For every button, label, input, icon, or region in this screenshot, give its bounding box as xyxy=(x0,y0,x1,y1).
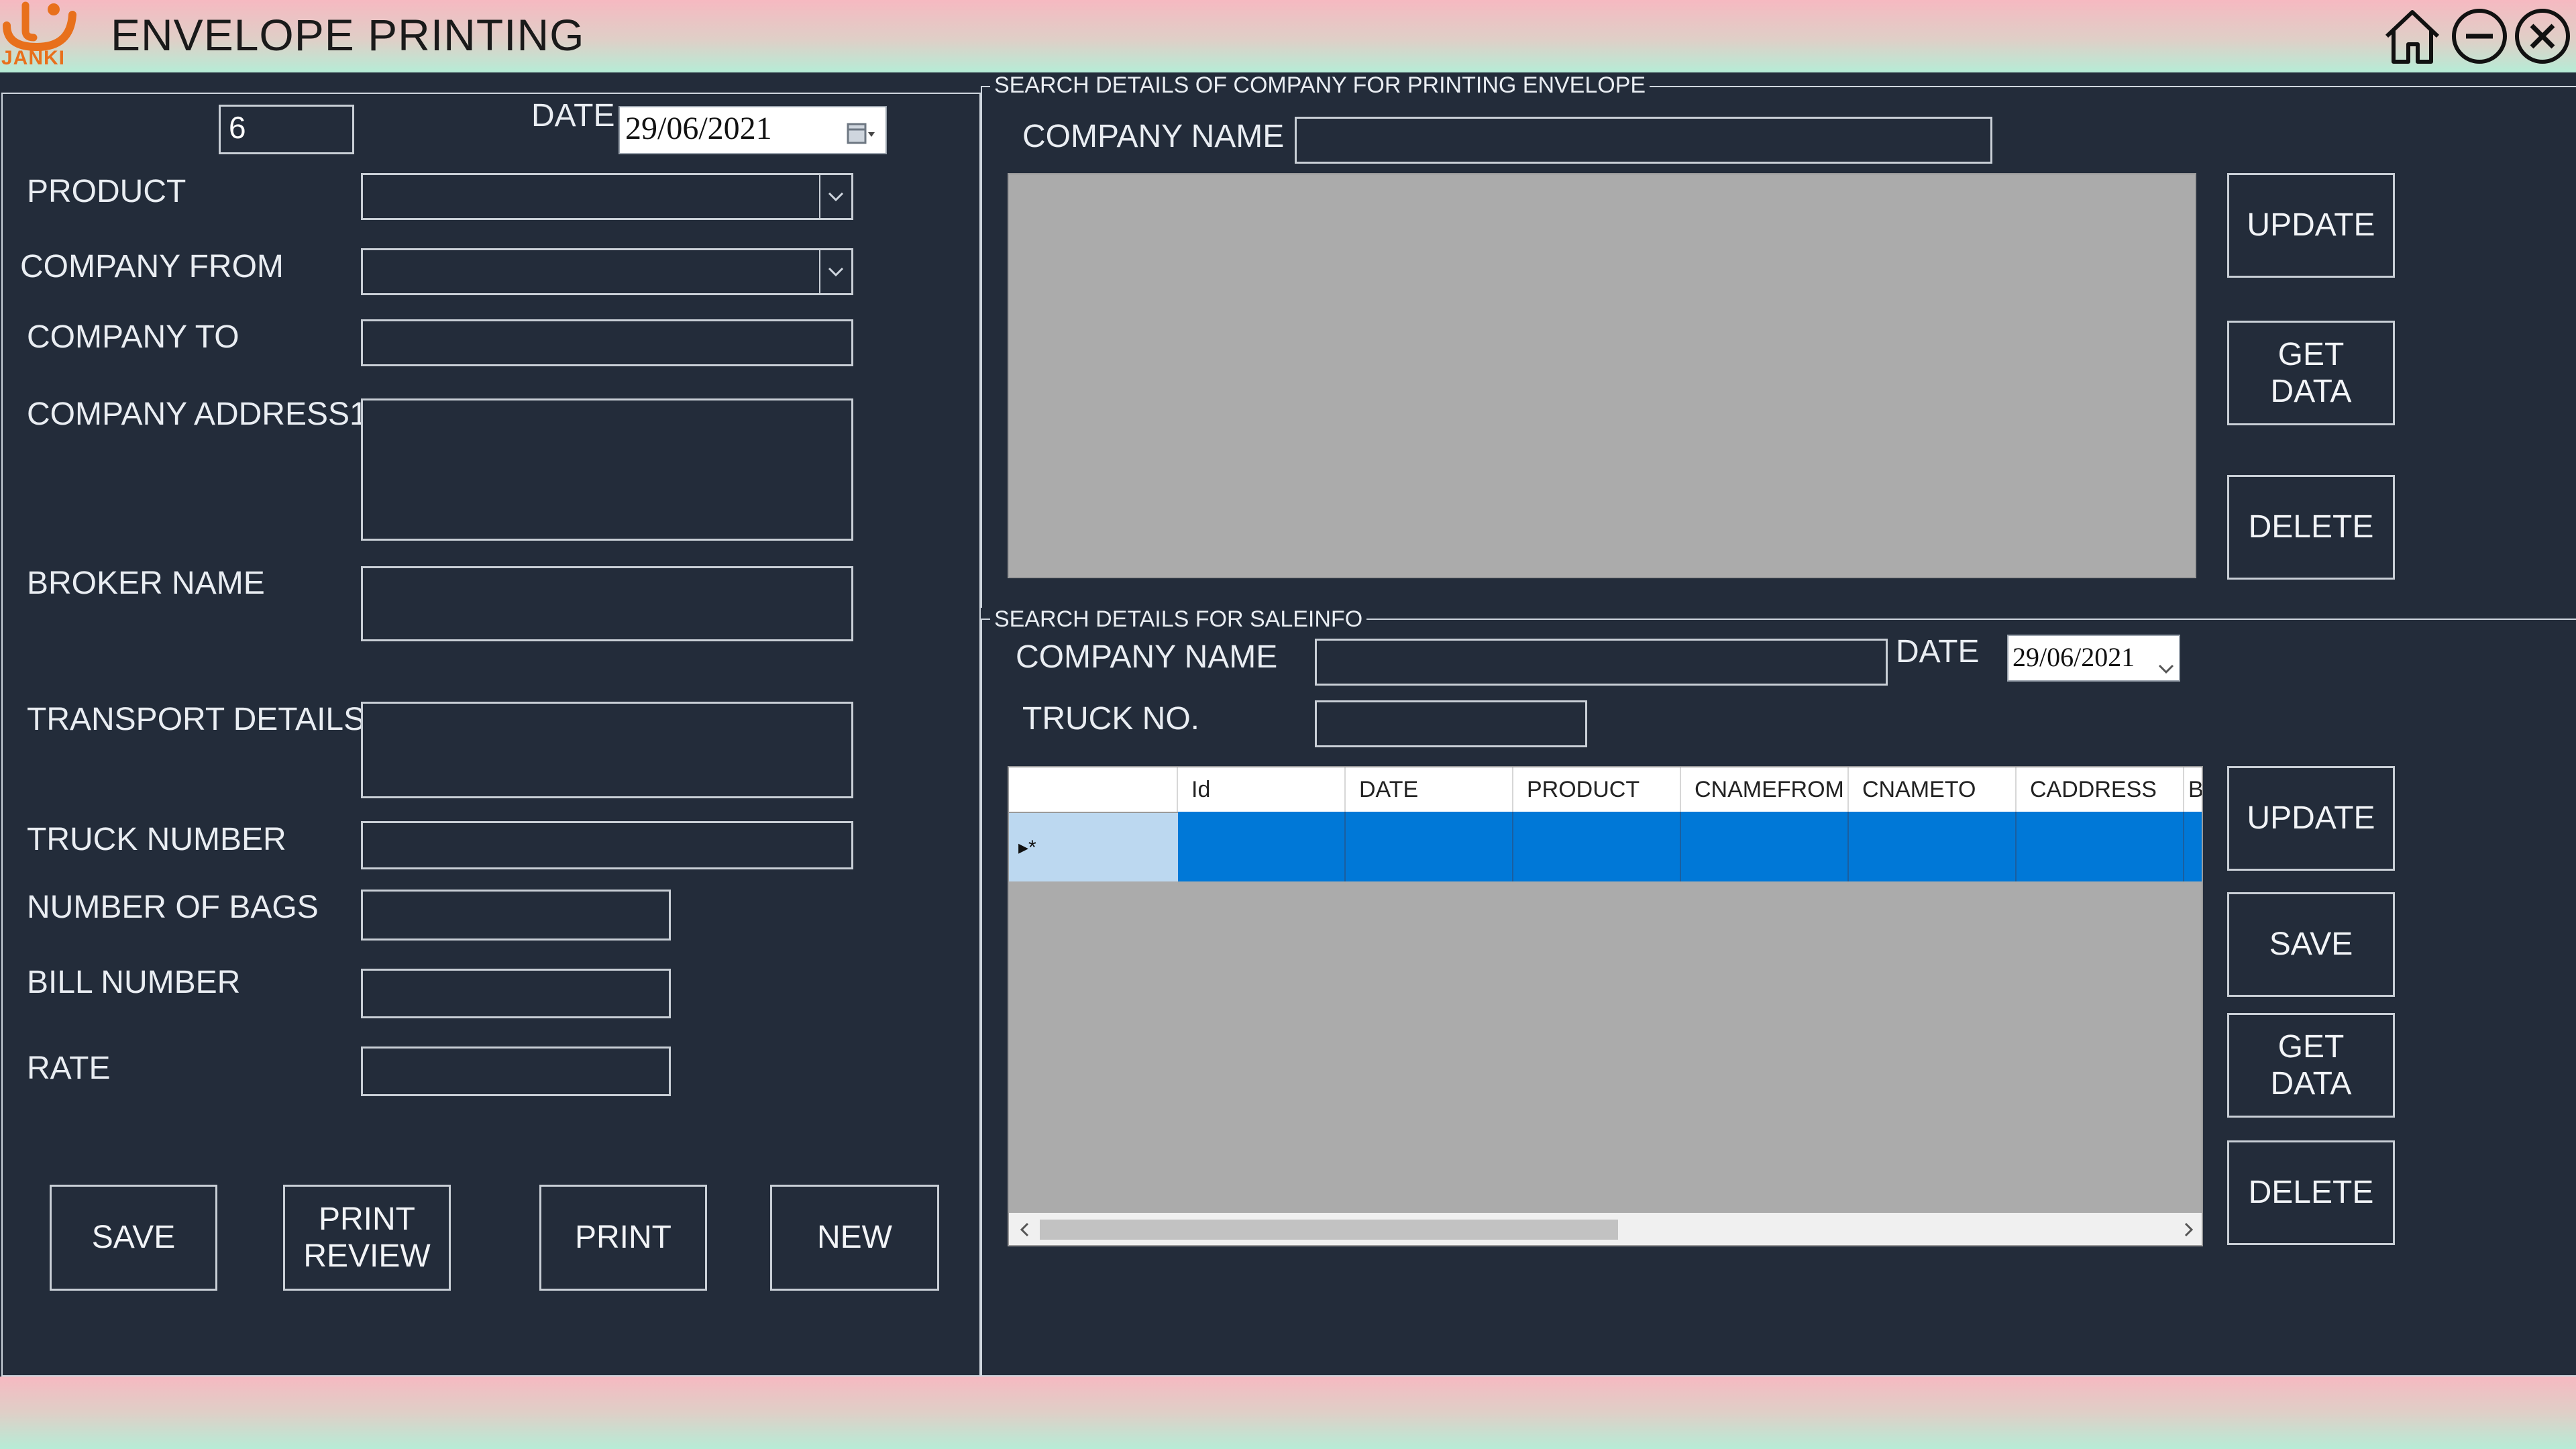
bill-number-field[interactable] xyxy=(361,969,671,1018)
print-review-button[interactable]: PRINT REVIEW xyxy=(283,1185,451,1291)
grid-cell[interactable] xyxy=(1346,812,1513,881)
rate-field[interactable] xyxy=(361,1046,671,1096)
grid-cell[interactable] xyxy=(1513,812,1681,881)
logo-text: JANKI xyxy=(1,47,66,69)
transport-details-field[interactable] xyxy=(361,702,853,798)
date-picker[interactable]: 29/06/2021 xyxy=(619,106,887,154)
transport-details-label: TRANSPORT DETAILS xyxy=(27,702,366,737)
sale-save-button[interactable]: SAVE xyxy=(2227,892,2395,997)
grid-column-header[interactable]: PRODUCT xyxy=(1513,767,1681,812)
truck-number-field[interactable] xyxy=(361,821,853,869)
product-combobox[interactable] xyxy=(361,173,853,220)
sale-get-data-button[interactable]: GET DATA xyxy=(2227,1013,2395,1118)
grid-cell[interactable] xyxy=(1681,812,1849,881)
sale-delete-button[interactable]: DELETE xyxy=(2227,1140,2395,1245)
broker-name-field[interactable] xyxy=(361,566,853,641)
scroll-left-icon[interactable] xyxy=(1009,1213,1040,1245)
number-of-bags-label: NUMBER OF BAGS xyxy=(27,890,319,925)
sale-date-value: 29/06/2021 xyxy=(2012,642,2135,672)
chevron-down-icon[interactable] xyxy=(819,175,851,218)
company-delete-button[interactable]: DELETE xyxy=(2227,475,2395,580)
broker-name-label: BROKER NAME xyxy=(27,566,265,601)
home-icon xyxy=(2385,10,2440,64)
company-address-field[interactable] xyxy=(361,398,853,541)
calendar-icon[interactable] xyxy=(847,118,876,145)
sale-data-grid[interactable]: Id DATE PRODUCT CNAMEFROM CNAMETO CADDRE… xyxy=(1008,766,2203,1246)
scrollbar-thumb[interactable] xyxy=(1040,1220,1618,1240)
company-from-label: COMPANY FROM xyxy=(20,249,284,284)
grid-column-header[interactable]: B xyxy=(2184,767,2202,812)
grid-column-header[interactable]: CNAMEFROM xyxy=(1681,767,1849,812)
grid-cell[interactable] xyxy=(2184,812,2202,881)
close-icon xyxy=(2515,9,2570,64)
sale-company-name-field[interactable] xyxy=(1315,639,1888,686)
company-to-label: COMPANY TO xyxy=(27,319,239,355)
close-button[interactable] xyxy=(2513,7,2572,66)
date-value: 29/06/2021 xyxy=(625,111,772,146)
scroll-right-icon[interactable] xyxy=(2174,1213,2202,1245)
minimize-icon xyxy=(2452,9,2507,64)
product-label: PRODUCT xyxy=(27,174,186,209)
number-of-bags-field[interactable] xyxy=(361,890,671,941)
grid-row-header[interactable]: ▸* xyxy=(1009,812,1178,881)
save-button[interactable]: SAVE xyxy=(50,1185,217,1291)
truck-no-field[interactable] xyxy=(1315,700,1587,747)
company-name-search-field[interactable] xyxy=(1295,117,1992,164)
print-button[interactable]: PRINT xyxy=(539,1185,707,1291)
grid-cell[interactable] xyxy=(1178,812,1346,881)
company-get-data-button[interactable]: GET DATA xyxy=(2227,321,2395,425)
company-update-button[interactable]: UPDATE xyxy=(2227,173,2395,278)
company-to-field[interactable] xyxy=(361,319,853,366)
grid-cell[interactable] xyxy=(1849,812,2017,881)
footer-bar xyxy=(0,1377,2576,1449)
sale-update-button[interactable]: UPDATE xyxy=(2227,766,2395,871)
grid-horizontal-scrollbar[interactable] xyxy=(1009,1213,2202,1245)
grid-column-header[interactable]: Id xyxy=(1178,767,1346,812)
bill-number-label: BILL NUMBER xyxy=(27,965,241,1000)
company-address-label: COMPANY ADDRESS1 xyxy=(27,396,368,432)
sale-company-name-label: COMPANY NAME xyxy=(1016,639,1278,675)
grid-cell[interactable] xyxy=(2017,812,2184,881)
company-search-legend: SEARCH DETAILS OF COMPANY FOR PRINTING E… xyxy=(990,72,1650,99)
company-name-label: COMPANY NAME xyxy=(1022,119,1285,154)
sale-date-label: DATE xyxy=(1896,634,1980,669)
sale-date-picker[interactable]: 29/06/2021 xyxy=(2007,635,2180,682)
app-title: ENVELOPE PRINTING xyxy=(111,10,585,60)
id-field[interactable]: 6 xyxy=(219,105,354,154)
sale-search-legend: SEARCH DETAILS FOR SALEINFO xyxy=(990,606,1367,633)
date-label: DATE xyxy=(531,98,615,133)
company-from-combobox[interactable] xyxy=(361,248,853,295)
truck-number-label: TRUCK NUMBER xyxy=(27,822,286,857)
home-button[interactable] xyxy=(2383,7,2442,66)
grid-column-header[interactable]: CADDRESS xyxy=(2017,767,2184,812)
grid-column-header[interactable]: CNAMETO xyxy=(1849,767,2017,812)
new-row-marker: ▸* xyxy=(1018,836,1036,859)
rate-label: RATE xyxy=(27,1051,111,1086)
minimize-button[interactable] xyxy=(2450,7,2509,66)
company-results-grid[interactable] xyxy=(1008,173,2196,578)
chevron-down-icon[interactable] xyxy=(2157,651,2175,674)
chevron-down-icon[interactable] xyxy=(819,250,851,293)
grid-corner-header xyxy=(1009,767,1178,812)
grid-column-header[interactable]: DATE xyxy=(1346,767,1513,812)
truck-no-label: TRUCK NO. xyxy=(1022,701,1199,737)
new-button[interactable]: NEW xyxy=(770,1185,939,1291)
